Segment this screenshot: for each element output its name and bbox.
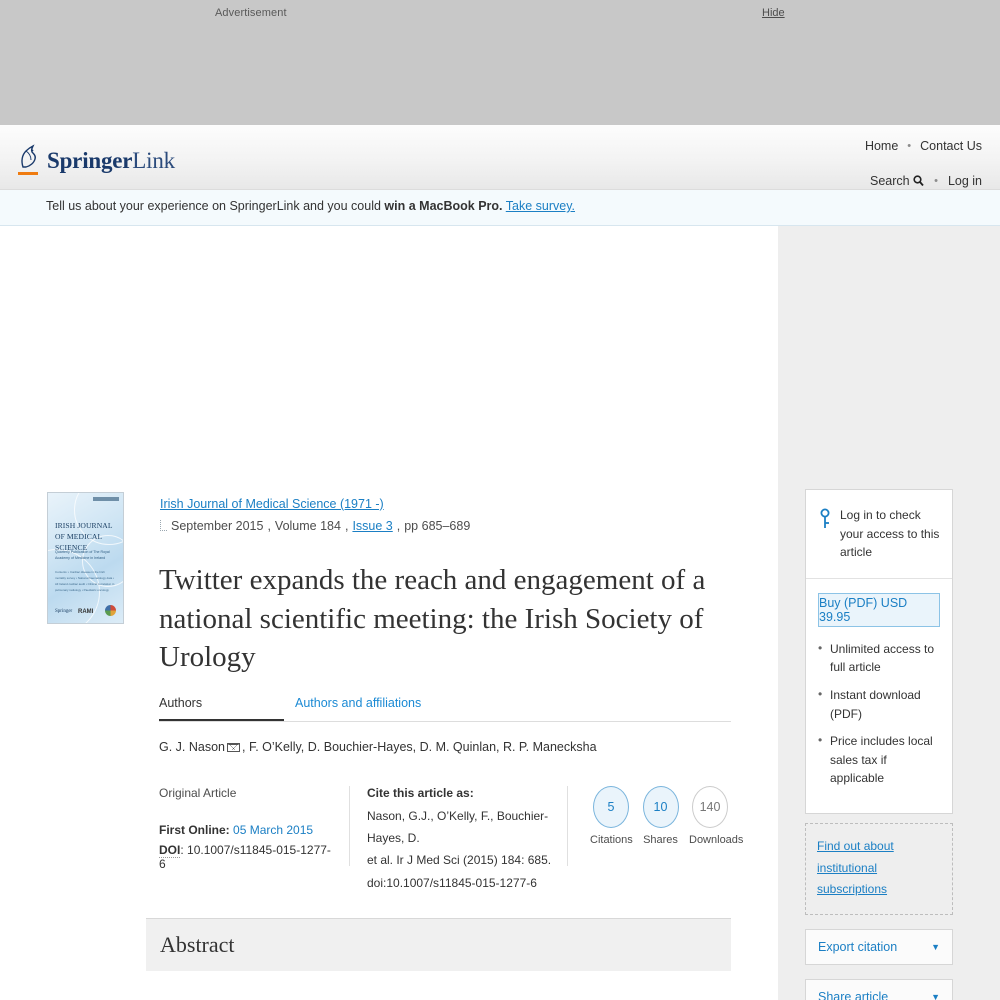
buy-pdf-button[interactable]: Buy (PDF) USD 39.95 [818,592,940,627]
share-article-dropdown[interactable]: Share article ▼ [805,978,953,1000]
inst-line-1: Find out about [817,838,894,853]
search-button[interactable]: Search [870,173,924,188]
chevron-down-icon: ▼ [931,991,940,1000]
issue-line: September 2015, Volume 184, Issue 3, pp … [160,519,470,533]
advertisement-band: Advertisement Hide [0,0,1000,125]
metric-downloads-label: Downloads [689,834,744,846]
meta-column-citation: Cite this article as: Nason, G.J., O’Kel… [349,786,567,890]
advertisement-label: Advertisement [215,7,287,19]
ad-hide-link[interactable]: Hide [762,7,785,19]
breadcrumb-journal-link[interactable]: Irish Journal of Medical Science (1971 -… [160,497,384,511]
key-icon [819,506,831,562]
metric-citations[interactable]: 5 Citations [590,786,633,846]
metric-citations-label: Citations [590,834,633,846]
chevron-down-icon: ▼ [931,941,940,952]
springerlink-logo[interactable]: SpringerLink [17,143,175,175]
metric-shares-label: Shares [643,834,678,846]
first-online-date[interactable]: 05 March 2015 [233,823,313,837]
cover-subtitle: Quarterly Publication of The Royal Acade… [55,550,110,561]
util-separator-icon: • [934,174,938,187]
sidebar: Log in to check your access to this arti… [805,489,953,1000]
metric-citations-value: 5 [593,786,629,828]
issue-date: September 2015 [171,519,264,533]
cover-tag-decoration [93,497,119,501]
cover-society: RAMI [78,609,94,615]
article-type: Original Article [159,786,237,800]
journal-cover-thumbnail[interactable]: IRISH JOURNAL OF MEDICAL SCIENCE Quarter… [47,492,124,624]
login-link[interactable]: Log in [948,174,982,188]
issue-link[interactable]: Issue 3 [352,519,392,533]
survey-text: Tell us about your experience on Springe… [46,199,575,213]
first-online-label: First Online: [159,823,230,837]
access-purchase-area: Buy (PDF) USD 39.95 Unlimited access to … [806,579,952,813]
metric-downloads[interactable]: 140 Downloads [689,786,744,846]
take-survey-link[interactable]: Take survey. [506,199,575,213]
page-title: Twitter expands the reach and engagement… [159,564,706,674]
cite-body: Nason, G.J., O’Kelly, F., Bouchier-Hayes… [367,805,567,894]
export-citation-dropdown[interactable]: Export citation ▼ [805,928,953,965]
logo-wordmark: SpringerLink [47,149,175,172]
author-corresponding: G. J. Nason [159,740,225,754]
author-list: G. J. Nason , F. O’Kelly, D. Bouchier-Hay… [159,740,739,754]
export-citation-label: Export citation [818,939,898,954]
primary-nav: Home • Contact Us [865,139,982,153]
metric-shares-value: 10 [642,786,679,828]
abstract-heading: Abstract [160,932,235,957]
breadcrumb: Irish Journal of Medical Science (1971 -… [160,497,384,511]
inst-line-2: institutional subscriptions [817,860,888,897]
institutional-subscriptions-box: Find out about institutional subscription… [805,822,953,915]
springer-knight-icon [17,143,41,175]
purchase-benefits-list: Unlimited access to full article Instant… [818,639,940,788]
benefit-item: Price includes local sales tax if applic… [818,731,940,788]
survey-text-bold: win a MacBook Pro. [384,199,503,213]
logo-underline [18,172,38,175]
page-body: IRISH JOURNAL OF MEDICAL SCIENCE Quarter… [0,226,1000,1000]
share-article-label: Share article [818,989,889,1000]
cite-heading: Cite this article as: [367,786,474,800]
metric-shares[interactable]: 10 Shares [641,786,680,846]
access-login-text: Log in to check your access to this arti… [840,508,940,560]
nav-home[interactable]: Home [865,139,898,153]
benefit-item: Unlimited access to full article [818,639,940,677]
cover-publisher: Springer [55,609,73,614]
meta-column-metrics: 5 Citations 10 Shares 140 Downloads [567,786,744,866]
logo-link: Link [132,148,175,173]
first-online: First Online: 05 March 2015 [159,823,335,837]
doi-label: DOI [159,843,181,858]
cite-line-3: doi:10.1007/s11845-015-1277-6 [367,875,537,890]
cover-contents: Contents: • Cardiac disease in the Irish… [55,570,115,593]
cite-line-1: Nason, G.J., O’Kelly, F., Bouchier-Hayes… [367,809,549,846]
abstract-header: Abstract [146,918,731,971]
nav-separator-icon: • [907,140,912,152]
institutional-subscriptions-link[interactable]: Find out about institutional subscription… [817,839,894,896]
search-icon[interactable] [913,173,924,188]
meta-column-identifiers: Original Article First Online: 05 March … [159,786,349,871]
access-box: Log in to check your access to this arti… [805,489,953,814]
logo-springer: Springer [47,148,133,173]
issue-pages: pp 685–689 [404,519,471,533]
utility-nav: Search • Log in [870,173,982,189]
breadcrumb-tree-icon [160,519,167,531]
issue-volume: Volume 184 [274,519,341,533]
access-login-prompt[interactable]: Log in to check your access to this arti… [806,490,952,579]
article-meta-row: Original Article First Online: 05 March … [159,786,744,890]
author-tabs: Authors Authors and affiliations [159,696,731,722]
site-header: SpringerLink Home • Contact Us Search • … [0,125,1000,190]
search-label: Search [869,174,910,188]
doi-line: DOI: 10.1007/s11845-015-1277-6 [159,843,331,871]
nav-contact-us[interactable]: Contact Us [920,139,982,153]
tab-authors-and-affiliations[interactable]: Authors and affiliations [295,696,421,721]
envelope-icon[interactable] [227,743,240,752]
author-rest: , F. O’Kelly, D. Bouchier-Hayes, D. M. Q… [242,740,597,754]
cover-seal-icon [105,605,116,616]
cite-line-2: et al. Ir J Med Sci (2015) 184: 685. [367,853,552,868]
benefit-item: Instant download (PDF) [818,685,940,723]
survey-text-start: Tell us about your experience on Springe… [46,199,385,213]
survey-banner: Tell us about your experience on Springe… [0,190,1000,226]
metric-downloads-value: 140 [692,786,728,828]
tab-authors[interactable]: Authors [159,696,284,721]
